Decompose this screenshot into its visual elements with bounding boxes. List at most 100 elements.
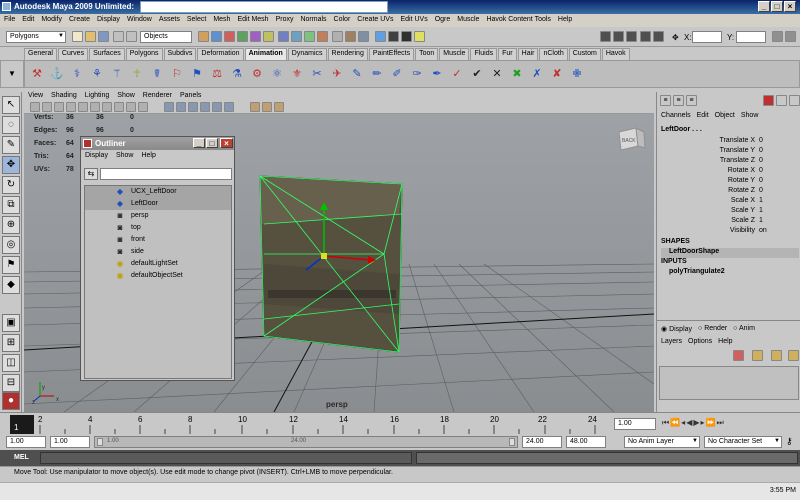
xray-icon[interactable] — [262, 102, 272, 112]
shelf-tab-fur[interactable]: Fur — [498, 48, 517, 60]
cluster-icon[interactable]: ✏ — [369, 66, 385, 82]
shelf-tab-deformation[interactable]: Deformation — [197, 48, 244, 60]
toggle-panel-icon[interactable] — [640, 31, 651, 42]
shelf-tab-toon[interactable]: Toon — [415, 48, 439, 60]
tangent-constraint-icon[interactable]: ✈ — [329, 66, 345, 82]
channel-box-toggle-icon[interactable] — [772, 31, 783, 42]
hypershade-icon[interactable]: ● — [2, 392, 20, 410]
channel-row[interactable]: Rotate Y0 — [657, 177, 800, 187]
menu-item[interactable]: Color — [334, 16, 351, 27]
shelf-tab-subdivs[interactable]: Subdivs — [163, 48, 197, 60]
shelf-tab-polygons[interactable]: Polygons — [125, 48, 163, 60]
show-manipulator-icon[interactable]: ⚑ — [2, 256, 20, 274]
channel-row[interactable]: Rotate Z0 — [657, 187, 800, 197]
input-list-icon[interactable] — [345, 31, 356, 42]
toggle-panel-icon[interactable] — [653, 31, 664, 42]
select-by-type-icon[interactable] — [198, 31, 209, 42]
render-view-icon[interactable] — [375, 31, 386, 42]
menu-item[interactable]: Edit UVs — [400, 16, 427, 27]
time-slider[interactable]: 1 2 4 6 8 10 12 14 16 18 20 22 24 1.00 ⏮… — [0, 412, 800, 435]
playback-end-field[interactable]: 24.00 — [522, 436, 562, 448]
radio-anim[interactable]: ○ Anim — [733, 325, 755, 333]
shelf-tab-ncloth[interactable]: nCloth — [539, 48, 568, 60]
layer-menu-help[interactable]: Help — [718, 338, 732, 345]
animation-end-field[interactable]: 48.00 — [566, 436, 606, 448]
current-frame-field[interactable]: 1.00 — [614, 418, 656, 430]
cb-menu-object[interactable]: Object — [715, 112, 735, 119]
trax-editor-icon[interactable]: ✘ — [549, 66, 565, 82]
select-deformations-icon[interactable] — [263, 31, 274, 42]
select-joints-icon[interactable] — [224, 31, 235, 42]
gate-mask-icon[interactable] — [114, 102, 124, 112]
layer-icon[interactable] — [763, 95, 774, 106]
render-settings-icon[interactable] — [414, 31, 425, 42]
range-slider[interactable]: 1.00 24.00 — [94, 436, 518, 448]
joint-tool-icon[interactable]: ⚓ — [49, 66, 65, 82]
menu-item[interactable]: Ogre — [435, 16, 451, 27]
snap-grid-icon[interactable] — [278, 31, 289, 42]
move-tool-icon[interactable]: ✥ — [2, 156, 20, 174]
maximize-icon[interactable]: □ — [771, 1, 783, 12]
layer-menu-options[interactable]: Options — [688, 338, 712, 345]
graph-editor-icon[interactable]: ✕ — [489, 66, 505, 82]
shape-name[interactable]: LeftDoorShape — [661, 248, 799, 258]
character-icon[interactable]: ☥ — [129, 66, 145, 82]
minimize-icon[interactable]: _ — [758, 1, 770, 12]
panel-menu-view[interactable]: View — [28, 92, 43, 102]
panel-menu-panels[interactable]: Panels — [180, 92, 201, 102]
go-to-start-icon[interactable]: ⏮ — [662, 418, 670, 427]
create-layer-icon[interactable] — [733, 350, 744, 361]
geometry-constraint-icon[interactable]: ⚜ — [289, 66, 305, 82]
menu-item[interactable]: Mesh — [213, 16, 230, 27]
shelf-tab-havok[interactable]: Havok — [601, 48, 630, 60]
scale-tool-icon[interactable]: ⧉ — [2, 196, 20, 214]
point-constraint-icon[interactable]: ⚐ — [169, 66, 185, 82]
sculpt-icon[interactable]: ✑ — [409, 66, 425, 82]
close-icon[interactable]: × — [220, 138, 233, 148]
layer-menu-layers[interactable]: Layers — [661, 338, 682, 345]
blend-shape-icon[interactable]: ✒ — [429, 66, 445, 82]
layer-options-icon[interactable] — [788, 350, 799, 361]
menu-item[interactable]: Muscle — [457, 16, 479, 27]
bind-skin-icon[interactable]: ⚘ — [89, 66, 105, 82]
shelf-tab-dynamics[interactable]: Dynamics — [287, 48, 327, 60]
set-key-icon[interactable]: ✖ — [509, 66, 525, 82]
select-tool-icon[interactable]: ↖ — [2, 96, 20, 114]
outliner-item[interactable]: ◉ defaultLightSet — [85, 258, 231, 270]
new-scene-icon[interactable] — [72, 31, 83, 42]
shelf-tab-surfaces[interactable]: Surfaces — [89, 48, 125, 60]
orient-constraint-icon[interactable]: ⚖ — [209, 66, 225, 82]
outliner-menu-display[interactable]: Display — [85, 152, 108, 161]
dope-sheet-icon[interactable]: ✗ — [529, 66, 545, 82]
panel-toggle-icon[interactable] — [789, 95, 800, 106]
layer-options-icon[interactable] — [771, 350, 782, 361]
lattice-icon[interactable]: ✎ — [349, 66, 365, 82]
shadows-icon[interactable] — [224, 102, 234, 112]
channel-row[interactable]: Scale Y1 — [657, 207, 800, 217]
panel-menu-shading[interactable]: Shading — [51, 92, 77, 102]
menu-item[interactable]: Help — [558, 16, 572, 27]
cb-menu-channels[interactable]: Channels — [661, 112, 691, 119]
outliner-filter-icon[interactable]: ⇆ — [84, 168, 98, 180]
shelf-menu-icon[interactable]: ▼ — [8, 69, 16, 78]
input-node-name[interactable]: polyTriangulate2 — [669, 268, 725, 275]
step-back-icon[interactable]: ⏪ — [670, 418, 681, 427]
radio-render[interactable]: ○ Render — [698, 325, 727, 333]
menu-item[interactable]: Edit Mesh — [237, 16, 268, 27]
outliner-item[interactable]: ◙ side — [85, 246, 231, 258]
scale-constraint-icon[interactable]: ⚗ — [229, 66, 245, 82]
ik-spline-icon[interactable]: ⚕ — [69, 66, 85, 82]
selection-mask-field[interactable]: Objects — [140, 31, 192, 43]
lighting-icon[interactable] — [212, 102, 222, 112]
select-camera-icon[interactable] — [30, 102, 40, 112]
select-curves-icon[interactable] — [237, 31, 248, 42]
menu-item[interactable]: Edit — [22, 16, 34, 27]
save-scene-icon[interactable] — [98, 31, 109, 42]
anim-layer-dropdown[interactable]: No Anim Layer ▼ — [624, 436, 700, 448]
four-view-layout-icon[interactable]: ⊞ — [2, 334, 20, 352]
playblast-icon[interactable]: ✙ — [569, 66, 585, 82]
cb-menu-edit[interactable]: Edit — [697, 112, 709, 119]
outliner-title-bar[interactable]: Outliner _ □ × — [81, 137, 234, 150]
xray-joints-icon[interactable] — [274, 102, 284, 112]
outliner-item[interactable]: ◆ LeftDoor — [85, 198, 231, 210]
